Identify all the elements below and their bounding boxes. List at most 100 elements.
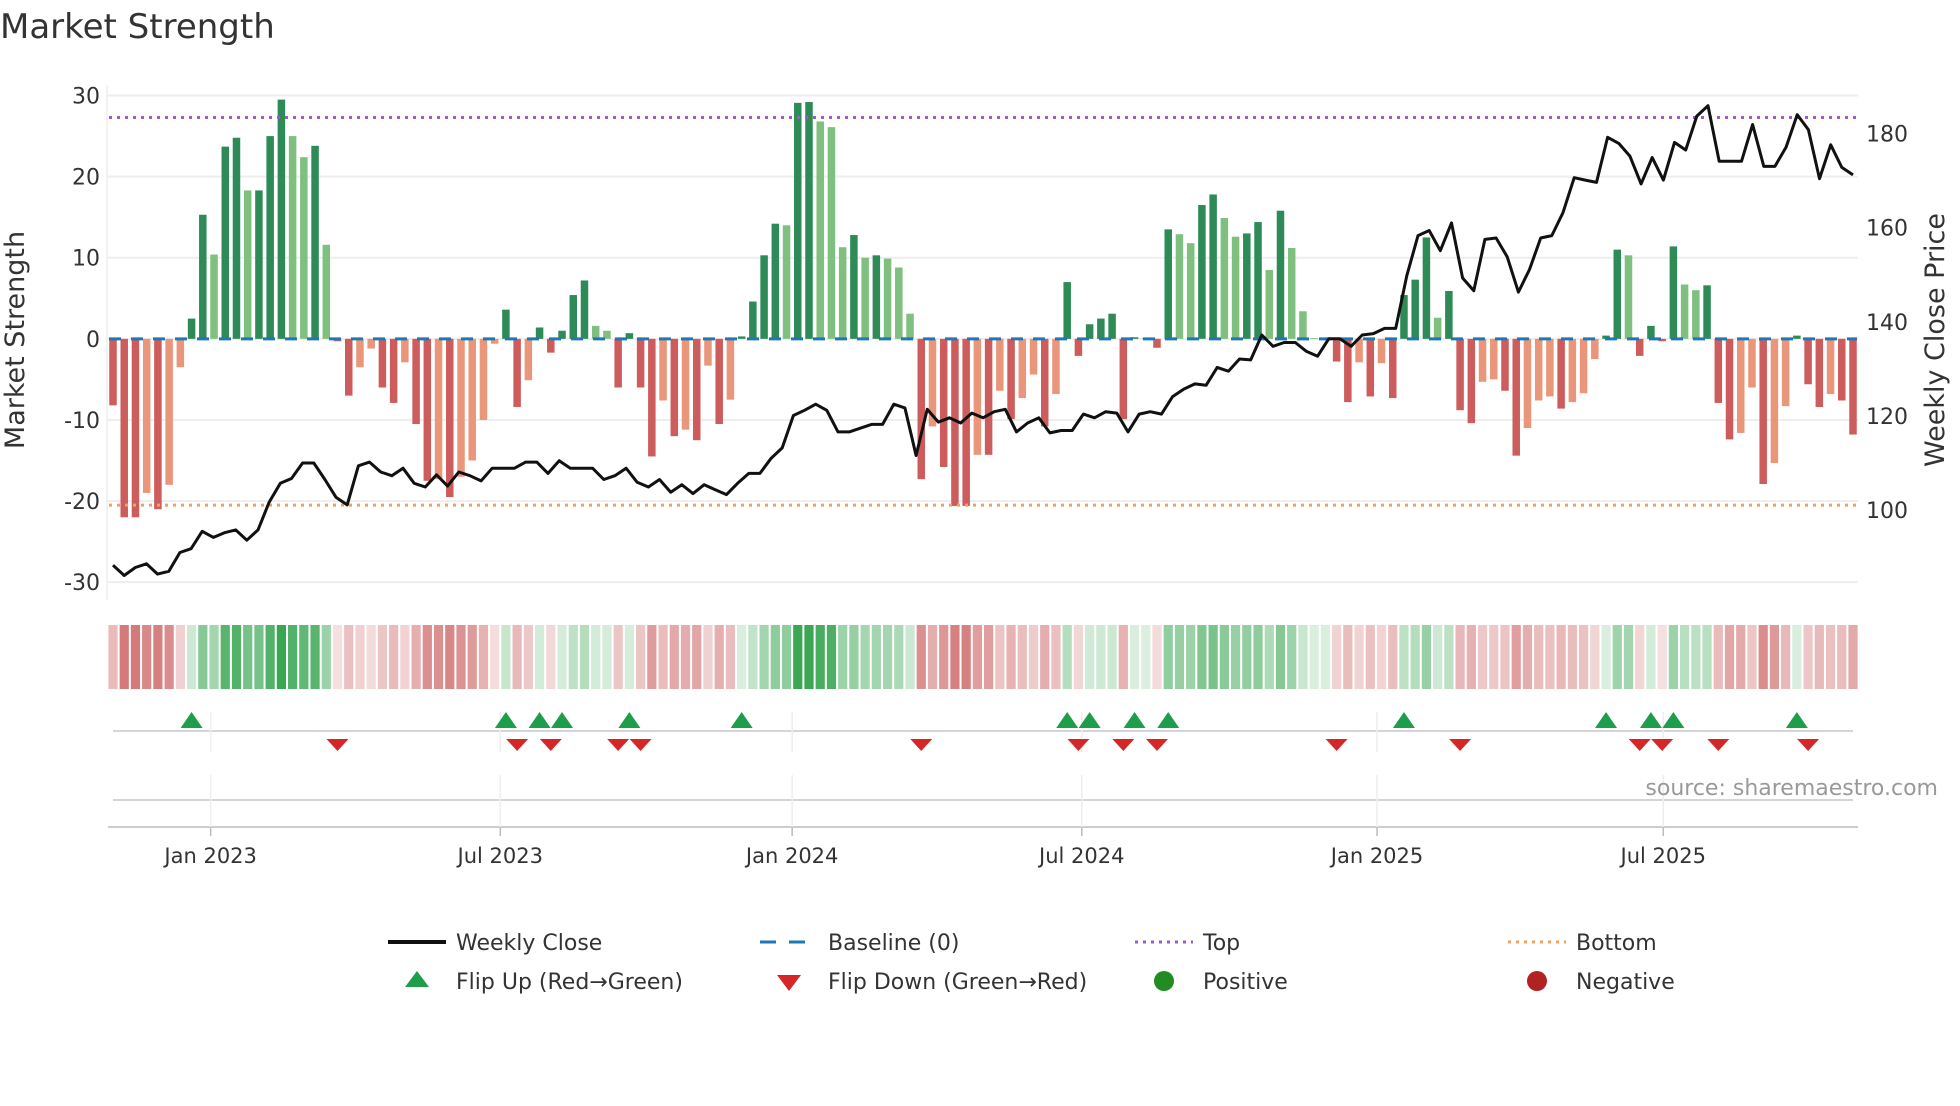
- strength-bar: [1164, 229, 1172, 339]
- heat-strip-cell: [1287, 625, 1297, 689]
- heat-strip-cell: [1197, 625, 1207, 689]
- heat-strip-cell: [1275, 625, 1286, 689]
- x-tick-label: Jul 2025: [1619, 844, 1706, 868]
- chart-title: Market Strength: [0, 7, 275, 47]
- strength-bar: [917, 338, 926, 480]
- heat-strip-cell: [1466, 625, 1476, 689]
- heat-strip-cell: [568, 625, 578, 689]
- flip-up-marker: [551, 712, 574, 728]
- heat-strip-cell: [1792, 625, 1802, 689]
- heat-strip-cell: [972, 625, 982, 689]
- strength-bar: [502, 309, 510, 339]
- strength-bar: [726, 338, 735, 400]
- strength-bar: [423, 338, 432, 481]
- heat-strip-cell: [1848, 625, 1858, 689]
- heat-strip-cell: [692, 625, 702, 689]
- legend-item: Positive: [1154, 970, 1288, 995]
- strength-bar: [1501, 338, 1509, 391]
- heat-strip-cell: [961, 625, 971, 689]
- strength-bar: [1377, 338, 1386, 364]
- heat-strip-cell: [1230, 625, 1241, 689]
- strength-bar: [1085, 324, 1094, 339]
- strength-bar: [1736, 338, 1745, 433]
- strength-bar: [311, 145, 319, 339]
- flip-up-marker: [1639, 712, 1662, 728]
- legend-item: Flip Down (Green→Red): [777, 970, 1087, 995]
- flip-up-marker: [1123, 712, 1146, 728]
- heat-strip-cell: [310, 625, 320, 689]
- strength-bar: [749, 301, 757, 339]
- strength-bar: [1703, 285, 1711, 339]
- strength-bar: [1478, 338, 1487, 382]
- heat-strip-cell: [905, 625, 915, 689]
- strength-bar: [973, 338, 982, 455]
- heat-strip-cell: [467, 625, 477, 689]
- strength-bar: [569, 295, 578, 339]
- y-tick-label: 0: [86, 328, 100, 353]
- strength-bar: [434, 338, 443, 480]
- flip-down-marker: [1797, 739, 1820, 751]
- heat-strip-cell: [1646, 625, 1656, 689]
- strength-bar: [165, 338, 173, 485]
- strength-bar: [322, 244, 331, 339]
- heat-strip-cell: [1702, 625, 1712, 689]
- heat-strip-cell: [1174, 625, 1185, 689]
- heat-strip-cell: [1298, 625, 1308, 689]
- strength-bar: [805, 102, 813, 339]
- heat-strip-cell: [355, 625, 365, 689]
- strength-bar: [288, 136, 297, 339]
- strength-bar: [1119, 338, 1128, 420]
- heat-strip-cell: [591, 625, 601, 689]
- heat-strip-cell: [1264, 625, 1274, 689]
- heat-strip-cell: [781, 625, 792, 689]
- legend-item: Negative: [1527, 970, 1675, 995]
- strength-bar: [513, 338, 521, 407]
- strength-bar: [300, 157, 308, 339]
- heat-strip-cell: [1062, 625, 1072, 689]
- heat-strip-cell: [332, 625, 343, 689]
- strength-bar: [984, 338, 993, 455]
- heat-strip-cell: [658, 625, 668, 689]
- strength-bar: [1220, 218, 1229, 339]
- flip-up-marker: [1157, 712, 1180, 728]
- strength-bar: [1838, 338, 1846, 401]
- legend-label: Positive: [1203, 970, 1288, 995]
- heat-strip-cell: [1410, 625, 1420, 689]
- strength-bar: [154, 338, 162, 510]
- y2-tick-label: 140: [1866, 311, 1908, 336]
- heat-strip-cell: [1736, 625, 1746, 689]
- heat-strip-cell: [276, 625, 286, 689]
- flip-down-marker: [910, 739, 933, 751]
- strength-bar: [850, 235, 858, 339]
- strength-bar: [344, 338, 353, 396]
- heat-strip-cell: [142, 625, 152, 689]
- heat-strip-cell: [490, 625, 500, 689]
- flip-up-marker: [494, 712, 517, 728]
- y-tick-label: 30: [72, 85, 100, 110]
- y-tick-label: 10: [72, 247, 100, 272]
- strength-bar: [1781, 338, 1790, 407]
- flip-down-marker: [1325, 739, 1348, 751]
- strength-bar: [1568, 338, 1577, 403]
- heat-strip-cell: [882, 625, 893, 689]
- strength-bar: [1591, 338, 1599, 360]
- heat-strip-cell: [984, 625, 994, 689]
- heat-strip-cell: [1623, 625, 1634, 689]
- heat-strip-cell: [1107, 625, 1117, 689]
- heat-strip-cell: [153, 625, 163, 689]
- flip-up-marker: [730, 712, 753, 728]
- heat-strip-cell: [288, 625, 298, 689]
- heat-strip-cell: [119, 625, 129, 689]
- heat-strip-cell: [534, 625, 545, 689]
- strength-bar: [1411, 279, 1419, 339]
- y2-tick-label: 160: [1866, 217, 1908, 242]
- strength-bar: [1276, 210, 1285, 339]
- heat-strip-cell: [265, 625, 275, 689]
- strength-bar: [389, 338, 398, 403]
- heat-strip-cell: [344, 625, 354, 689]
- x-tick-label: Jan 2023: [162, 844, 257, 868]
- strength-bar: [199, 214, 207, 339]
- flip-up-marker: [1392, 712, 1415, 728]
- strength-bar: [1759, 338, 1767, 485]
- strength-bar: [378, 338, 387, 388]
